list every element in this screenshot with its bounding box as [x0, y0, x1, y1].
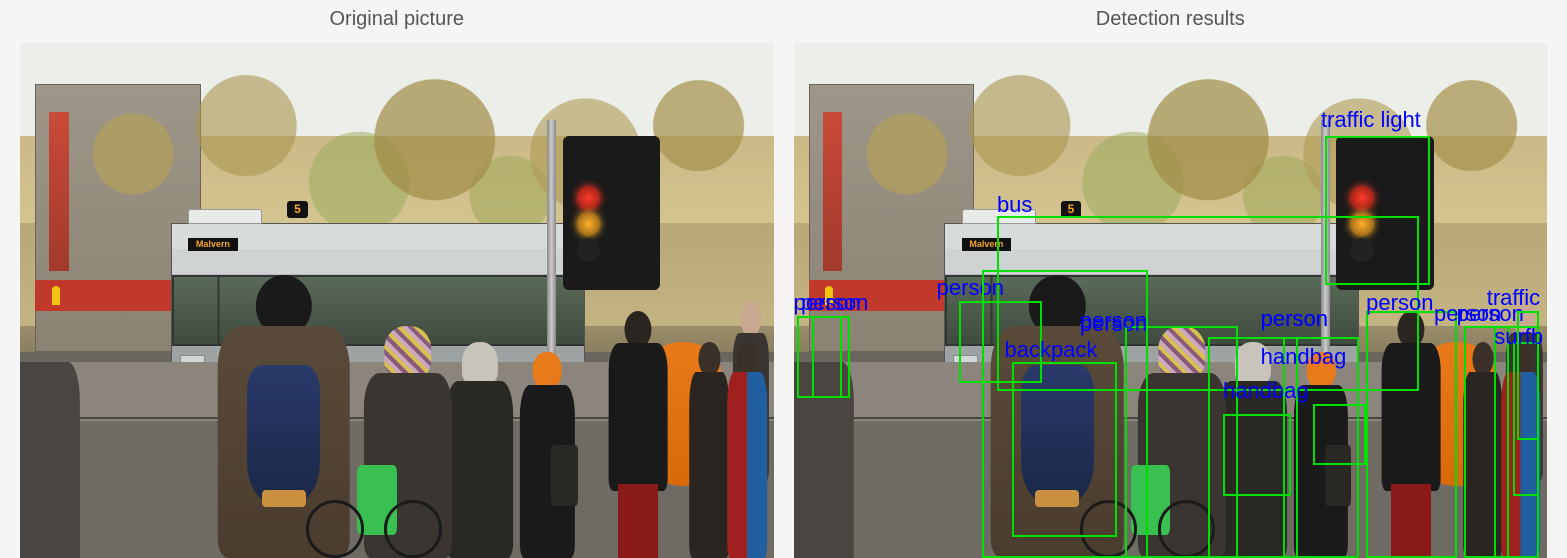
amber-lamp-icon [577, 212, 601, 236]
traffic-light-right-icon [1389, 156, 1423, 269]
original-image: 5 Malvern 151 [20, 43, 774, 558]
off-lamp-icon [577, 238, 601, 262]
tram-route-badge: 5 [1061, 201, 1082, 218]
tram-roof-unit [188, 209, 262, 224]
person-edge [20, 362, 80, 558]
bicycle-icon [1080, 486, 1216, 558]
tram-destination-sign: Malvern [188, 238, 237, 251]
traffic-light-left-icon [1345, 156, 1379, 269]
person-black-coat [593, 311, 683, 558]
bicycle-icon [306, 486, 442, 558]
amber-lamp-icon [1350, 212, 1374, 236]
red-lamp-icon [577, 186, 601, 210]
original-title: Original picture [20, 0, 774, 43]
detection-panel: Detection results 5 Malvern 151 [794, 0, 1548, 558]
traffic-light-right-icon [615, 156, 649, 269]
tram-destination-sign: Malvern [962, 238, 1011, 251]
original-panel: Original picture 5 Malvern 151 [20, 0, 774, 558]
comparison-container: Original picture 5 Malvern 151 [0, 0, 1567, 558]
person-right-2 [721, 342, 774, 558]
tram-route-badge: 5 [287, 201, 308, 218]
person-black-coat [1366, 311, 1456, 558]
person-right-2 [1494, 342, 1547, 558]
person-edge [794, 362, 854, 558]
tram-roof-unit [962, 209, 1036, 224]
traffic-light-left-icon [572, 156, 606, 269]
detection-image: 5 Malvern 151 [794, 43, 1548, 558]
off-lamp-icon [1350, 238, 1374, 262]
red-lamp-icon [1350, 186, 1374, 210]
detection-title: Detection results [794, 0, 1548, 43]
